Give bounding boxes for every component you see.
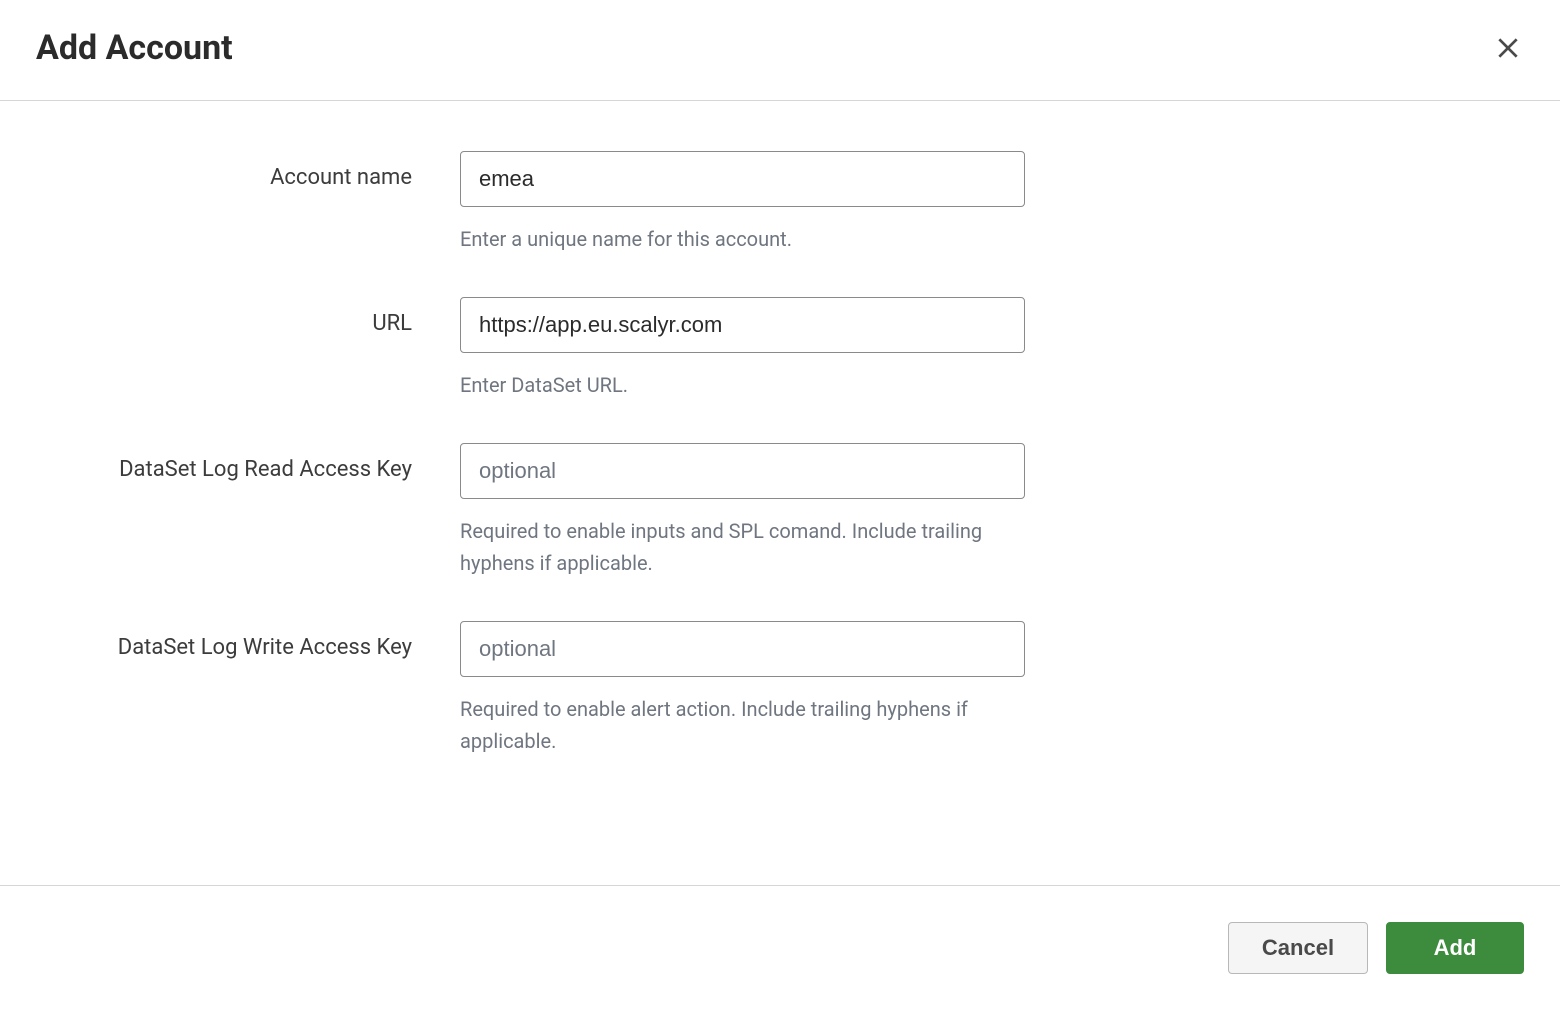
read-key-input[interactable] xyxy=(460,443,1025,499)
form-row-account-name: Account name Enter a unique name for thi… xyxy=(0,151,1560,255)
read-key-help: Required to enable inputs and SPL comand… xyxy=(460,515,1025,579)
form-row-url: URL Enter DataSet URL. xyxy=(0,297,1560,401)
url-label: URL xyxy=(0,297,460,336)
add-button[interactable]: Add xyxy=(1386,922,1524,974)
close-icon xyxy=(1495,35,1521,61)
close-button[interactable] xyxy=(1492,32,1524,64)
url-help: Enter DataSet URL. xyxy=(460,369,1025,401)
account-name-help: Enter a unique name for this account. xyxy=(460,223,1025,255)
form-control-group: Enter a unique name for this account. xyxy=(460,151,1025,255)
write-key-input[interactable] xyxy=(460,621,1025,677)
form-row-read-key: DataSet Log Read Access Key Required to … xyxy=(0,443,1560,579)
account-name-input[interactable] xyxy=(460,151,1025,207)
read-key-label: DataSet Log Read Access Key xyxy=(0,443,460,482)
modal-title: Add Account xyxy=(36,28,233,68)
form-control-group: Required to enable inputs and SPL comand… xyxy=(460,443,1025,579)
modal-footer: Cancel Add xyxy=(0,885,1560,1010)
url-input[interactable] xyxy=(460,297,1025,353)
form-row-write-key: DataSet Log Write Access Key Required to… xyxy=(0,621,1560,757)
form-control-group: Required to enable alert action. Include… xyxy=(460,621,1025,757)
modal-header: Add Account xyxy=(0,0,1560,101)
cancel-button[interactable]: Cancel xyxy=(1228,922,1368,974)
form-control-group: Enter DataSet URL. xyxy=(460,297,1025,401)
write-key-label: DataSet Log Write Access Key xyxy=(0,621,460,660)
modal-body: Account name Enter a unique name for thi… xyxy=(0,101,1560,885)
add-account-modal: Add Account Account name Enter a unique … xyxy=(0,0,1560,1010)
account-name-label: Account name xyxy=(0,151,460,190)
write-key-help: Required to enable alert action. Include… xyxy=(460,693,1025,757)
